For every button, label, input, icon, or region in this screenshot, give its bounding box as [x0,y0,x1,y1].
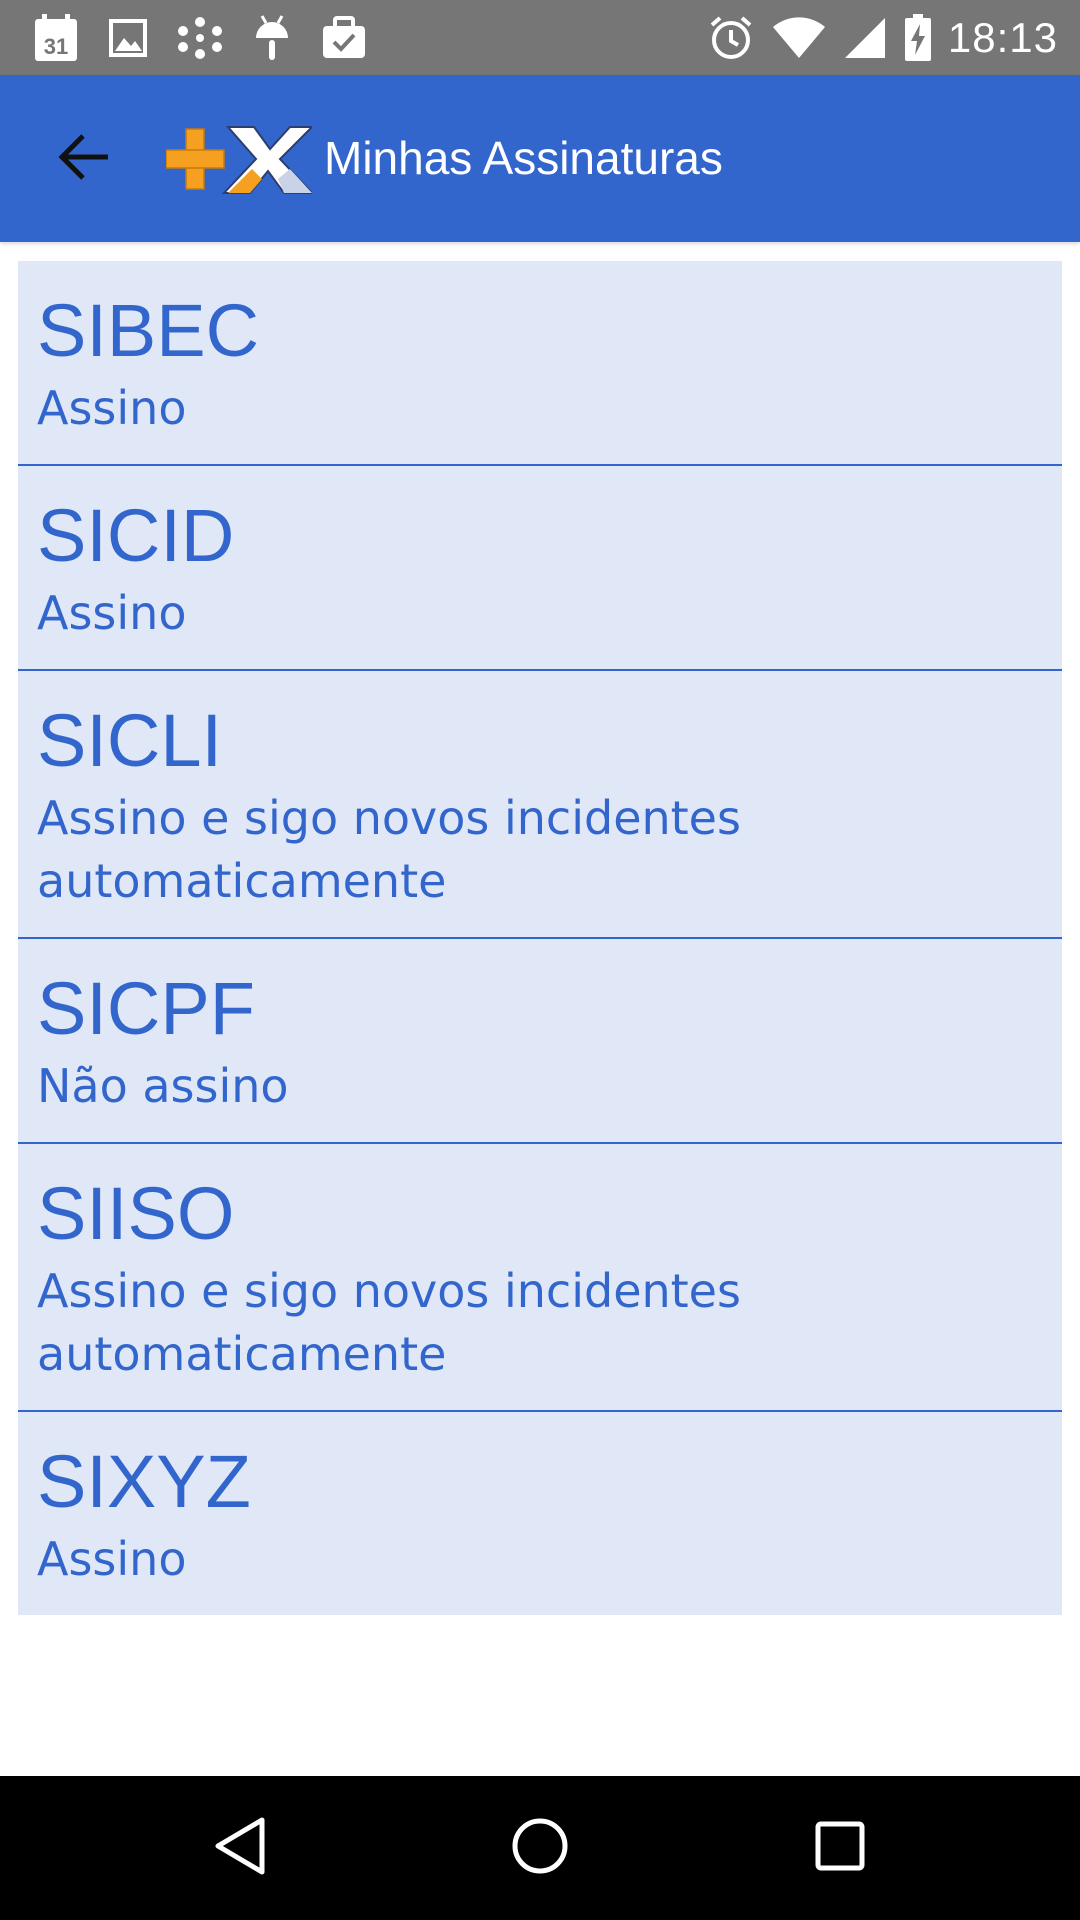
battery-charging-icon [904,12,932,64]
subscription-name: SICID [37,494,235,577]
status-right-icons: 18:13 [690,0,1058,75]
list-item[interactable]: SICID Assino [18,466,1062,671]
subscription-status: Assino [37,1532,187,1586]
home-circle-icon [511,1817,569,1879]
wifi-icon [772,12,826,64]
subscription-status: Assino [37,586,187,640]
gallery-icon [102,12,154,64]
list-item[interactable]: SICLI Assino e sigo novos incidentes aut… [18,671,1062,939]
list-item[interactable]: SICPF Não assino [18,939,1062,1144]
recents-square-icon [814,1820,866,1876]
calendar-day-text: 31 [44,34,68,59]
nav-recents-button[interactable] [790,1798,890,1898]
signal-icon [844,12,886,64]
subscription-name: SICLI [37,699,223,782]
nav-back-button[interactable] [190,1798,290,1898]
alarm-icon [708,12,754,64]
arrow-back-icon [58,133,110,185]
subscription-status: Assino e sigo novos incidentes automatic… [37,1264,741,1381]
subscription-list: SIBEC Assino SICID Assino SICLI Assino e… [18,261,1062,1615]
subscription-status: Assino [37,381,187,435]
briefcase-check-icon [318,12,370,64]
back-triangle-icon [212,1816,268,1880]
subscription-name: SIBEC [37,289,260,372]
subscription-name: SICPF [37,967,255,1050]
calendar-icon: 31 [30,12,82,64]
status-time: 18:13 [947,13,1058,61]
nav-home-button[interactable] [490,1798,590,1898]
subscription-status: Não assino [37,1059,289,1113]
status-bar: 31 18:13 [0,0,1080,75]
subscription-name: SIXYZ [37,1440,251,1523]
dots-app-icon [174,12,226,64]
status-left-icons: 31 [30,12,390,64]
back-button[interactable] [44,119,124,199]
list-item[interactable]: SIBEC Assino [18,261,1062,466]
subscription-name: SIISO [37,1172,235,1255]
subscription-status: Assino e sigo novos incidentes automatic… [37,791,741,908]
android-icon [246,12,298,64]
list-item[interactable]: SIXYZ Assino [18,1412,1062,1615]
app-bar: Minhas Assinaturas [0,75,1080,242]
navigation-bar [0,1776,1080,1920]
page-title: Minhas Assinaturas [324,132,723,184]
plus-x-logo-icon [165,121,315,197]
list-item[interactable]: SIISO Assino e sigo novos incidentes aut… [18,1144,1062,1412]
